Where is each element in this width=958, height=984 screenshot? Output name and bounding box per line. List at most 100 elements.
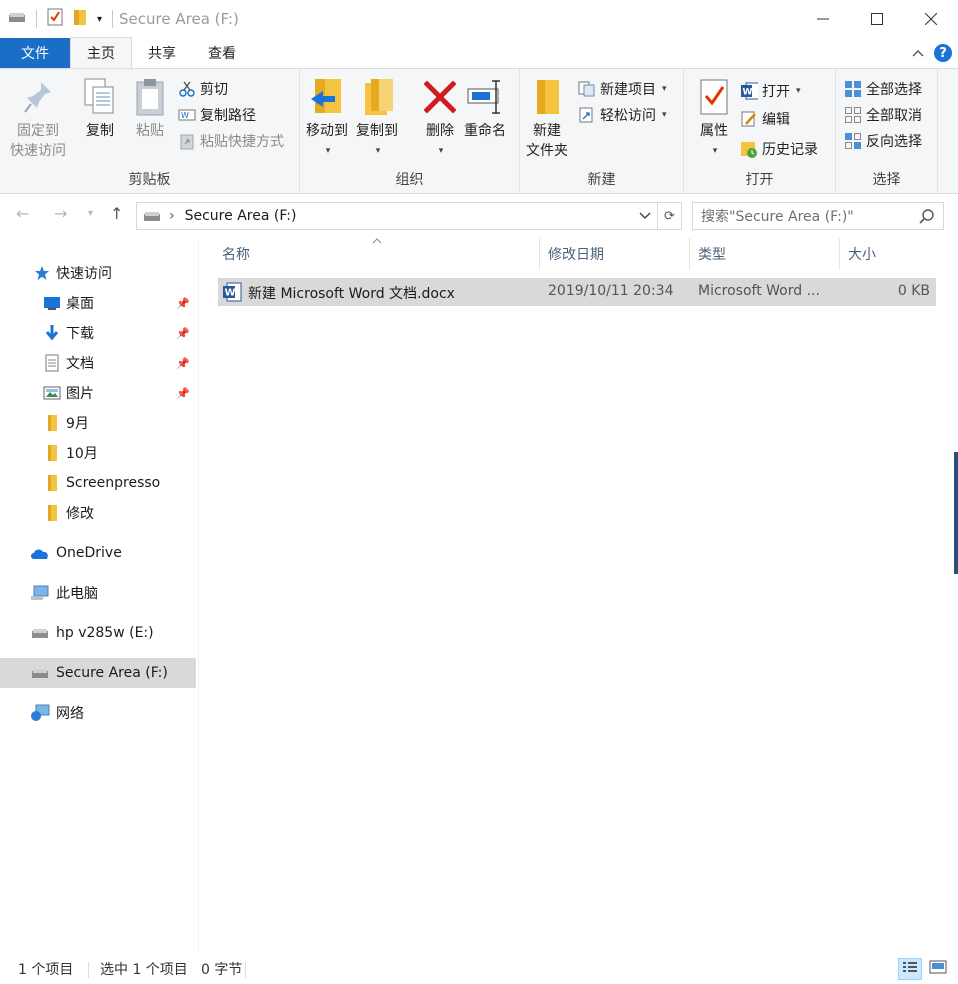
svg-text:W: W xyxy=(181,111,189,120)
large-icons-view-button[interactable] xyxy=(926,958,950,980)
copy-to-label: 复制到 xyxy=(356,123,398,139)
clipboard-icon xyxy=(130,77,170,117)
copy-to-button[interactable]: 复制到 ▾ xyxy=(356,77,398,161)
pin-label-line2: 快速访问 xyxy=(10,143,66,159)
paste-shortcut-button[interactable]: 粘贴快捷方式 xyxy=(178,129,284,153)
column-header-type[interactable]: 类型 xyxy=(690,238,840,270)
customize-toolbar-icon[interactable]: ▾ xyxy=(97,14,102,25)
drive-icon xyxy=(143,210,161,222)
file-name: 新建 Microsoft Word 文档.docx xyxy=(248,286,455,302)
cut-button[interactable]: 剪切 xyxy=(178,77,228,101)
documents-icon xyxy=(42,353,62,373)
collapse-ribbon-icon[interactable] xyxy=(912,45,924,61)
move-to-button[interactable]: 移动到 ▾ xyxy=(306,77,348,161)
large-icons-view-icon xyxy=(929,960,947,978)
pin-icon[interactable]: 📌 xyxy=(176,297,190,310)
column-header-size[interactable]: 大小 xyxy=(840,238,940,270)
close-button[interactable] xyxy=(904,0,958,38)
copy-label: 复制 xyxy=(86,123,114,139)
invert-selection-button[interactable]: 反向选择 xyxy=(844,129,922,153)
status-separator xyxy=(245,962,246,978)
select-none-button[interactable]: 全部取消 xyxy=(844,103,922,127)
group-organize: 移动到 ▾ 复制到 ▾ 删除 ▾ 重命名 组织 xyxy=(300,69,520,193)
paste-shortcut-icon xyxy=(178,132,196,150)
sidebar-item-documents[interactable]: 文档 📌 xyxy=(0,348,196,378)
copy-button[interactable]: 复制 xyxy=(80,77,120,141)
properties-button[interactable]: 属性 ▾ xyxy=(694,77,734,161)
help-icon[interactable]: ? xyxy=(934,44,952,62)
sidebar-item-sep[interactable]: 9月 xyxy=(0,408,196,438)
sidebar-item-oct[interactable]: 10月 xyxy=(0,438,196,468)
breadcrumb[interactable]: Secure Area (F:) xyxy=(185,208,297,224)
pane-divider[interactable] xyxy=(198,238,199,954)
column-header-modified[interactable]: 修改日期 xyxy=(540,238,690,270)
sidebar-item-pictures[interactable]: 图片 📌 xyxy=(0,378,196,408)
copy-path-icon: W xyxy=(178,106,196,124)
sidebar-item-label: 10月 xyxy=(66,446,98,462)
back-arrow-icon[interactable]: ← xyxy=(16,204,29,223)
search-input[interactable]: 搜索"Secure Area (F:)" xyxy=(692,202,944,230)
sidebar-item-label: 文档 xyxy=(66,356,94,372)
sidebar-item-screenpresso[interactable]: Screenpresso xyxy=(0,468,196,498)
tab-view[interactable]: 查看 xyxy=(192,38,252,68)
history-icon xyxy=(740,140,758,158)
status-bar: 1 个项目 选中 1 个项目 0 字节 xyxy=(0,954,958,984)
pin-label-line1: 固定到 xyxy=(17,123,59,139)
drive-icon xyxy=(30,623,50,643)
open-group-label: 打开 xyxy=(745,172,774,188)
open-button[interactable]: W 打开 ▾ xyxy=(740,79,801,103)
address-dropdown-icon[interactable] xyxy=(639,207,651,227)
history-button[interactable]: 历史记录 xyxy=(740,137,818,161)
new-item-icon xyxy=(578,80,596,98)
sidebar-item-modify[interactable]: 修改 xyxy=(0,498,196,528)
pin-icon[interactable]: 📌 xyxy=(176,357,190,370)
maximize-button[interactable] xyxy=(850,0,904,38)
tab-share[interactable]: 共享 xyxy=(132,38,192,68)
navigation-pane: 快速访问 桌面 📌 下载 📌 文档 📌 图片 📌 9月 10月 Screenpr… xyxy=(0,238,198,954)
sidebar-item-network[interactable]: 网络 xyxy=(0,698,196,728)
sidebar-item-drive-f[interactable]: Secure Area (F:) xyxy=(0,658,196,688)
forward-arrow-icon[interactable]: → xyxy=(54,204,67,223)
svg-text:W: W xyxy=(225,288,236,299)
sidebar-item-quick-access[interactable]: 快速访问 xyxy=(0,258,196,288)
open-label: 打开 xyxy=(762,84,790,100)
sidebar-item-downloads[interactable]: 下载 📌 xyxy=(0,318,196,348)
sidebar-item-desktop[interactable]: 桌面 📌 xyxy=(0,288,196,318)
tab-home[interactable]: 主页 xyxy=(70,37,132,68)
select-all-button[interactable]: 全部选择 xyxy=(844,77,922,101)
copy-path-button[interactable]: W 复制路径 xyxy=(178,103,256,127)
new-folder-icon[interactable] xyxy=(73,8,87,30)
up-arrow-icon[interactable]: ↑ xyxy=(110,204,123,223)
easy-access-button[interactable]: 轻松访问 ▾ xyxy=(578,103,667,127)
new-folder-button[interactable]: 新建 文件夹 xyxy=(526,77,568,161)
sidebar-item-drive-e[interactable]: hp v285w (E:) xyxy=(0,618,196,648)
title-bar: ▾ Secure Area (F:) xyxy=(0,0,958,38)
paste-shortcut-label: 粘贴快捷方式 xyxy=(200,134,284,150)
sidebar-item-this-pc[interactable]: 此电脑 xyxy=(0,578,196,608)
new-item-button[interactable]: 新建项目 ▾ xyxy=(578,77,667,101)
paste-button[interactable]: 粘贴 xyxy=(130,77,170,141)
address-bar[interactable]: › Secure Area (F:) xyxy=(136,202,658,230)
edit-button[interactable]: 编辑 xyxy=(740,107,790,131)
toolbar-separator xyxy=(112,10,114,28)
details-view-button[interactable] xyxy=(898,958,922,980)
sidebar-item-label: 图片 xyxy=(66,386,94,402)
table-row[interactable]: W 新建 Microsoft Word 文档.docx 2019/10/11 2… xyxy=(218,278,936,306)
delete-button[interactable]: 删除 ▾ xyxy=(420,77,460,161)
recent-locations-icon[interactable]: ▾ xyxy=(88,208,93,219)
rename-button[interactable]: 重命名 xyxy=(464,77,506,141)
column-header-name[interactable]: 名称 xyxy=(214,238,540,270)
minimize-button[interactable] xyxy=(796,0,850,38)
select-group-label: 选择 xyxy=(872,172,901,188)
tab-file[interactable]: 文件 xyxy=(0,38,70,68)
sidebar-item-onedrive[interactable]: OneDrive xyxy=(0,538,196,568)
toolbar-separator xyxy=(36,10,37,28)
refresh-button[interactable]: ⟳ xyxy=(658,202,682,230)
pin-icon[interactable]: 📌 xyxy=(176,327,190,340)
file-type: Microsoft Word ... xyxy=(698,283,820,299)
chevron-down-icon: ▾ xyxy=(712,146,718,156)
properties-icon[interactable] xyxy=(47,8,63,30)
pin-quick-access-button[interactable]: 固定到 快速访问 xyxy=(10,77,66,161)
address-row: ← → ▾ ↑ › Secure Area (F:) ⟳ 搜索"Secure A… xyxy=(0,194,958,238)
pin-icon[interactable]: 📌 xyxy=(176,387,190,400)
